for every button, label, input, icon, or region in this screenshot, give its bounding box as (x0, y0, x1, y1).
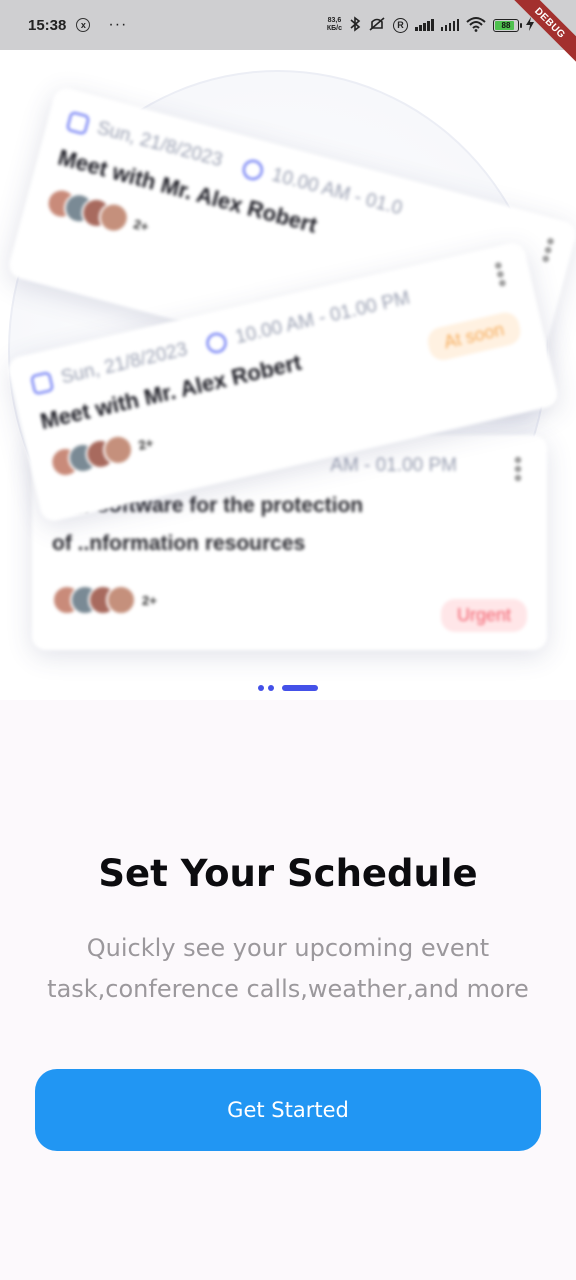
battery-level: 88 (501, 20, 511, 30)
subtitle-line: Quickly see your upcoming event (86, 934, 490, 962)
attendee-count: 2+ (142, 592, 157, 608)
wifi-icon (466, 16, 486, 35)
battery-icon: 88 (493, 18, 522, 32)
urgent-badge: Urgent (440, 599, 527, 632)
page-indicator (0, 684, 576, 692)
status-bar-left: 15:38 x ··· (28, 16, 127, 34)
registered-icon: R (393, 17, 408, 33)
avatar (106, 585, 136, 615)
clock-icon (240, 157, 265, 183)
clock: 15:38 (28, 16, 67, 34)
calendar-icon (30, 371, 55, 396)
attendee-count: 2+ (136, 434, 155, 453)
signal-icon (415, 19, 434, 31)
more-options-icon (515, 457, 521, 481)
page-dot[interactable] (258, 685, 264, 691)
notification-icon: x (76, 18, 91, 32)
page-dot-active[interactable] (282, 685, 318, 691)
calendar-icon (65, 110, 91, 136)
page-title: Set Your Schedule (98, 852, 478, 895)
more-notifications-icon: ··· (108, 16, 128, 33)
subtitle-line: task,conference calls,weather,and more (47, 975, 529, 1003)
bluetooth-icon (349, 15, 361, 35)
status-bar-right: 83,6 КБ/с R 88 (327, 15, 534, 35)
status-bar: 15:38 x ··· 83,6 КБ/с R 88 (0, 0, 576, 50)
network-speed: 83,6 КБ/с (327, 17, 342, 33)
get-started-button[interactable]: Get Started (35, 1069, 541, 1151)
task-description-line: of ..nformation resources (52, 532, 306, 555)
onboarding-illustration: Sun, 21/8/2023 10.00 AM - 01.0 Meet with… (0, 50, 576, 700)
mute-icon (368, 16, 386, 35)
page-dot[interactable] (268, 685, 274, 691)
clock-icon (204, 330, 229, 355)
attendee-count: 2+ (132, 215, 151, 235)
page-subtitle: Quickly see your upcoming event task,con… (10, 928, 566, 1010)
network-speed-value: 83,6 (327, 17, 342, 24)
network-speed-unit: КБ/с (326, 25, 342, 32)
signal-icon-2 (440, 19, 459, 31)
task-time: AM - 01.00 PM (330, 455, 457, 476)
